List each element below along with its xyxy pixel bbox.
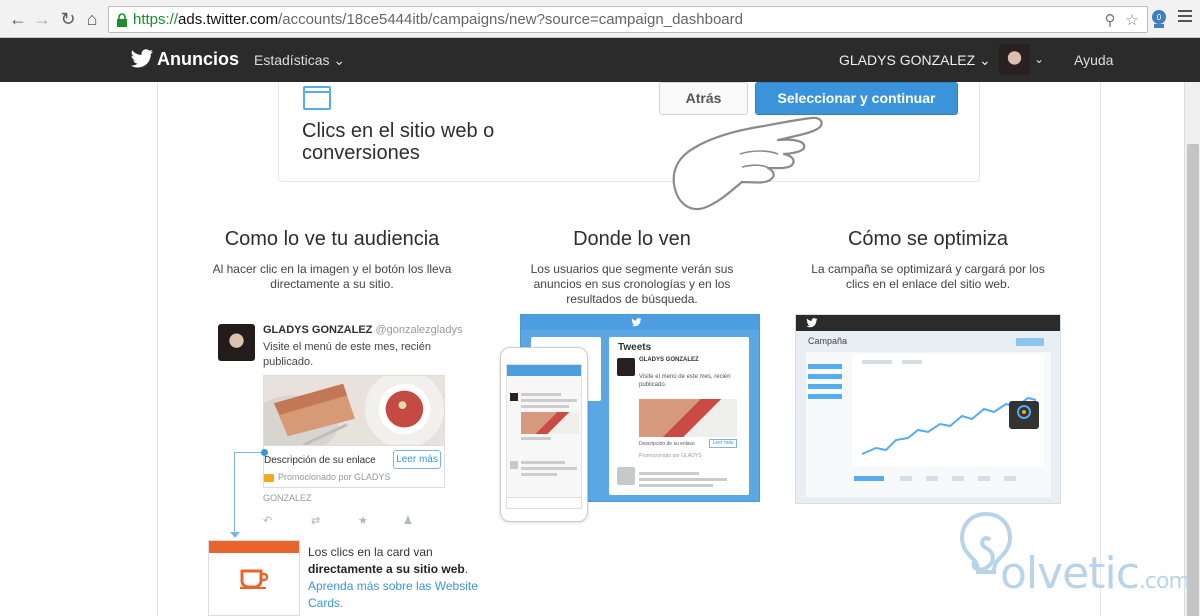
objective-card: Clics en el sitio web o conversiones Atr… [278,82,980,182]
favorite-star-icon[interactable]: ★ [358,514,368,527]
top-nav: Anuncios Estadísticas ⌄ GLADYS GONZALEZ … [0,38,1200,82]
address-bar[interactable]: https://ads.twitter.com/accounts/18ce544… [108,6,1148,33]
connector-line [234,452,235,534]
tweet-image[interactable] [263,375,445,446]
bookmark-star-icon[interactable]: ☆ [1123,12,1141,30]
tweet-text: Visite el menú de este mes, recién publi… [263,341,431,368]
website-thumbnail [208,540,300,616]
objective-title: Clics en el sitio web o conversiones [302,120,495,164]
chevron-down-icon: ⌄ [979,52,991,68]
placement-column-title: Donde lo ven [573,228,691,250]
back-arrow-icon[interactable]: ← [8,9,28,29]
card-description: Descripción de su enlace [264,455,376,466]
help-link[interactable]: Ayuda [1074,52,1113,68]
optimization-illustration: Campaña [795,314,1061,504]
vertical-scrollbar[interactable] [1184,82,1200,616]
twitter-bird-icon [806,318,818,328]
preview-read-more-button: Leer más [709,439,737,448]
reload-icon[interactable]: ↻ [58,9,78,29]
forward-arrow-icon[interactable]: → [32,9,52,29]
campaign-dashboard [806,352,1051,497]
lock-icon [117,13,127,27]
user-menu[interactable]: GLADYS GONZALEZ ⌄ [839,52,991,69]
browser-menu-icon[interactable] [1178,10,1192,24]
zoom-icon[interactable]: ⚲ [1101,12,1119,30]
home-icon[interactable]: ⌂ [82,9,102,29]
chevron-down-icon[interactable]: ⌄ [1034,52,1044,66]
phone-tweet [521,461,579,476]
website-clicks-icon [303,86,331,110]
tweet-author: GLADYS GONZALEZ @gonzalezgladys [263,324,463,336]
preview-tweet-image [639,399,737,437]
website-cards-link[interactable]: Aprenda más sobre las Website Cards. [308,579,478,610]
site-header-bar [209,541,299,553]
promoted-icon [264,474,274,482]
browser-toolbar: ← → ↻ ⌂ https://ads.twitter.com/accounts… [0,0,1200,38]
phone-tab-bar [507,497,581,508]
tweets-panel: Tweets GLADYS GONZALEZ Visite el menú de… [609,337,749,495]
extension-icon[interactable]: 0 [1150,9,1168,29]
preview-tweet-text: Visite el menú de este mes, recién publi… [639,374,731,388]
avatar [617,358,635,376]
audience-column-title: Como lo ve tu audiencia [224,228,440,250]
phone-screen [506,364,582,509]
audience-column-description: Al hacer clic en la imagen y el botón lo… [212,262,452,291]
retweet-icon[interactable]: ⇄ [311,514,320,527]
preview-tweet-author: GLADYS GONZALEZ [639,357,699,363]
preview-card-description: Descripción de su enlace [639,441,695,447]
placement-column-description: Los usuarios que segmente verán sus anun… [530,262,734,306]
promoted-label: Promocionado por GLADYS [278,472,391,482]
placeholder-tweet [639,469,729,487]
pointing-hand-icon [672,116,823,211]
avatar [510,393,518,401]
metrics-list [808,364,842,404]
svg-text:0: 0 [1157,13,1162,22]
phone-header [507,365,581,376]
avatar [218,324,255,361]
phone-tweet [521,393,579,440]
twitter-bird-icon[interactable] [130,48,154,70]
chart-legend [854,476,1016,481]
preview-promoted-label: Promocionado por GLADYS [639,453,702,459]
campaign-button [1016,338,1044,346]
chevron-down-icon: ⌄ [333,52,346,68]
phone-timeline-illustration [500,347,588,522]
dashboard-header [796,315,1060,331]
coffee-cup-icon [240,569,269,589]
tweet-actions: ↶ ⇄ ★ ♟ [263,514,423,528]
desktop-header [521,315,759,330]
optimize-column-title: Cómo se optimiza [847,228,1009,250]
arrow-down-icon [230,532,240,538]
follow-icon[interactable]: ♟ [403,514,413,527]
website-card[interactable]: Descripción de su enlace Leer más Promoc… [263,446,445,488]
connector-line [234,452,264,453]
clicks-explanation: Los clics en la card van directamente a … [308,545,478,610]
promoted-name: GONZALEZ [263,493,312,503]
avatar [510,461,518,469]
scrollbar-thumb[interactable] [1187,144,1199,616]
target-pin-icon [1009,401,1039,429]
url-text: https://ads.twitter.com/accounts/18ce544… [133,11,743,28]
campaign-label: Campaña [808,336,848,346]
optimize-column-description: La campaña se optimizará y cargará por l… [811,262,1045,291]
twitter-bird-icon [631,318,642,327]
connector-dot [261,449,268,456]
brand-title[interactable]: Anuncios [157,49,239,70]
stats-menu[interactable]: Estadísticas ⌄ [254,52,345,69]
avatar [617,467,635,485]
reply-icon[interactable]: ↶ [263,514,272,527]
read-more-button[interactable]: Leer más [393,450,441,469]
watermark: olvetic.com [1000,548,1190,599]
tweets-title: Tweets [618,342,652,353]
avatar[interactable] [999,44,1030,75]
